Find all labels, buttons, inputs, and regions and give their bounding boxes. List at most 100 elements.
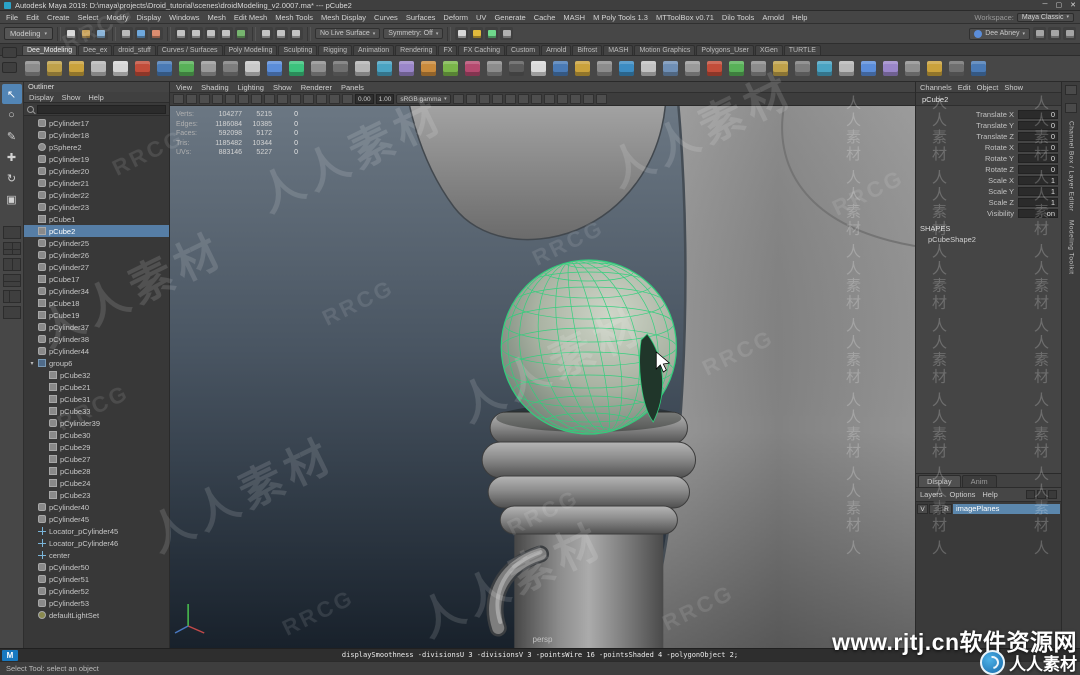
outliner-item[interactable]: pSphere2	[24, 141, 169, 153]
outliner-item[interactable]: pCylinder18	[24, 129, 169, 141]
outliner-item[interactable]: pCylinder21	[24, 177, 169, 189]
layer-editor-menu-item[interactable]: Layers	[920, 490, 943, 499]
outliner-item[interactable]: pCube27	[24, 453, 169, 465]
menu-item[interactable]: Mesh	[208, 13, 226, 22]
outliner-item[interactable]: pCylinder26	[24, 249, 169, 261]
viewport-menu-item[interactable]: Renderer	[301, 83, 332, 92]
shelf-tool-icon[interactable]	[528, 58, 549, 79]
viewport-menu-item[interactable]: Lighting	[238, 83, 264, 92]
shelf-tool-icon[interactable]	[748, 58, 769, 79]
snap-to-plane-icon[interactable]	[220, 27, 233, 40]
command-line[interactable]: M displaySmoothness -divisionsU 3 -divis…	[0, 648, 1080, 661]
xray-icon[interactable]	[544, 94, 555, 104]
menu-item[interactable]: Surfaces	[406, 13, 436, 22]
outliner-item[interactable]: pCube33	[24, 405, 169, 417]
lasso-tool-button[interactable]: ○	[2, 105, 22, 125]
outliner-item[interactable]: Locator_pCylinder46	[24, 537, 169, 549]
status-divider[interactable]	[447, 27, 451, 41]
outliner-item[interactable]: pCylinder22	[24, 189, 169, 201]
outliner-item[interactable]: pCylinder27	[24, 261, 169, 273]
menu-item[interactable]: Dilo Tools	[722, 13, 754, 22]
shelf-tab[interactable]: Custom	[506, 45, 540, 55]
shelf-tool-icon[interactable]	[462, 58, 483, 79]
minimize-button[interactable]: ─	[1043, 1, 1048, 9]
menu-set-selector[interactable]: Modeling	[4, 27, 53, 40]
menu-item[interactable]: File	[6, 13, 18, 22]
shelf-tab[interactable]: Bifrost	[572, 45, 602, 55]
gamma-field[interactable]: 1.00	[376, 94, 395, 104]
output-connections-icon[interactable]	[275, 27, 288, 40]
safe-action-icon[interactable]	[303, 94, 314, 104]
pan-zoom-icon[interactable]	[212, 94, 223, 104]
gate-mask-icon[interactable]	[277, 94, 288, 104]
shaded-mode-icon[interactable]	[570, 94, 581, 104]
channel-attribute-value[interactable]: 0	[1018, 132, 1058, 141]
channel-attribute-value[interactable]: 1	[1018, 187, 1058, 196]
shelf-tool-icon[interactable]	[132, 58, 153, 79]
outliner-item[interactable]: pCylinder53	[24, 597, 169, 609]
film-gate-icon[interactable]	[251, 94, 262, 104]
menu-item[interactable]: Edit	[26, 13, 39, 22]
layer-editor-menu-item[interactable]: Help	[982, 490, 997, 499]
expand-arrow-icon[interactable]: ▾	[29, 360, 35, 367]
shelf-tool-icon[interactable]	[506, 58, 527, 79]
open-scene-icon[interactable]	[80, 27, 93, 40]
lighting-icon[interactable]	[453, 94, 464, 104]
frame-selection-icon[interactable]	[342, 94, 353, 104]
outliner-item[interactable]: pCube21	[24, 381, 169, 393]
render-settings-icon[interactable]	[500, 27, 513, 40]
channel-box-menu-item[interactable]: Show	[1004, 83, 1023, 92]
menu-item[interactable]: Arnold	[762, 13, 784, 22]
shelf-tab[interactable]: MASH	[603, 45, 633, 55]
outliner-item[interactable]: pCylinder51	[24, 573, 169, 585]
shelf-tab-switcher-icon[interactable]	[2, 47, 17, 58]
input-connections-icon[interactable]	[260, 27, 273, 40]
modeling-toolkit-tab[interactable]: Modeling Toolkit	[1068, 220, 1075, 275]
outliner-item[interactable]: pCylinder19	[24, 153, 169, 165]
channel-attribute-value[interactable]: 1	[1018, 176, 1058, 185]
channel-box-toggle-icon[interactable]	[1063, 27, 1076, 40]
menu-item[interactable]: Cache	[534, 13, 556, 22]
select-by-object-icon[interactable]	[135, 27, 148, 40]
wireframe-icon[interactable]	[557, 94, 568, 104]
outliner-item[interactable]: pCylinder23	[24, 201, 169, 213]
channel-attribute-value[interactable]: 0	[1018, 121, 1058, 130]
frame-all-icon[interactable]	[329, 94, 340, 104]
add-layer-from-selected-icon[interactable]	[1037, 490, 1046, 499]
viewport-menu-item[interactable]: Show	[273, 83, 292, 92]
layer-editor-menu-item[interactable]: Options	[950, 490, 976, 499]
shelf-tool-icon[interactable]	[616, 58, 637, 79]
shelf-tool-icon[interactable]	[572, 58, 593, 79]
move-tool-button[interactable]: ✚	[2, 147, 22, 167]
mel-badge[interactable]: M	[2, 650, 18, 661]
shelf-gear-icon[interactable]	[2, 62, 17, 73]
symmetry-selector[interactable]: Symmetry: Off	[383, 28, 443, 39]
shelf-tab[interactable]: Dee_Modeling	[22, 45, 77, 55]
attribute-editor-tab-icon[interactable]	[1065, 85, 1077, 95]
motion-blur-icon[interactable]	[492, 94, 503, 104]
snap-to-grid-icon[interactable]	[175, 27, 188, 40]
snap-to-curve-icon[interactable]	[190, 27, 203, 40]
viewport-menu-item[interactable]: Panels	[341, 83, 364, 92]
shelf-tool-icon[interactable]	[770, 58, 791, 79]
shelf-tab[interactable]: Arnold	[541, 45, 571, 55]
viewport-menu-item[interactable]: View	[176, 83, 192, 92]
outliner-item[interactable]: pCube17	[24, 273, 169, 285]
channel-box-menu-item[interactable]: Channels	[920, 83, 952, 92]
channel-attribute-value[interactable]: on	[1018, 209, 1058, 218]
menu-item[interactable]: Select	[78, 13, 99, 22]
shelf-tool-icon[interactable]	[264, 58, 285, 79]
add-empty-layer-icon[interactable]	[1026, 490, 1035, 499]
shelf-tool-icon[interactable]	[396, 58, 417, 79]
resolution-gate-icon[interactable]	[264, 94, 275, 104]
shelf-tool-icon[interactable]	[968, 58, 989, 79]
make-live-icon[interactable]	[235, 27, 248, 40]
shelf-tab[interactable]: XGen	[755, 45, 783, 55]
status-divider[interactable]	[307, 27, 311, 41]
multisample-icon[interactable]	[505, 94, 516, 104]
menu-item[interactable]: Help	[792, 13, 807, 22]
layer-display-type-toggle[interactable]: R	[941, 504, 952, 514]
layer-editor-tab[interactable]: Display	[918, 475, 961, 487]
outliner-item[interactable]: pCube32	[24, 369, 169, 381]
outliner-item[interactable]: pCube23	[24, 489, 169, 501]
